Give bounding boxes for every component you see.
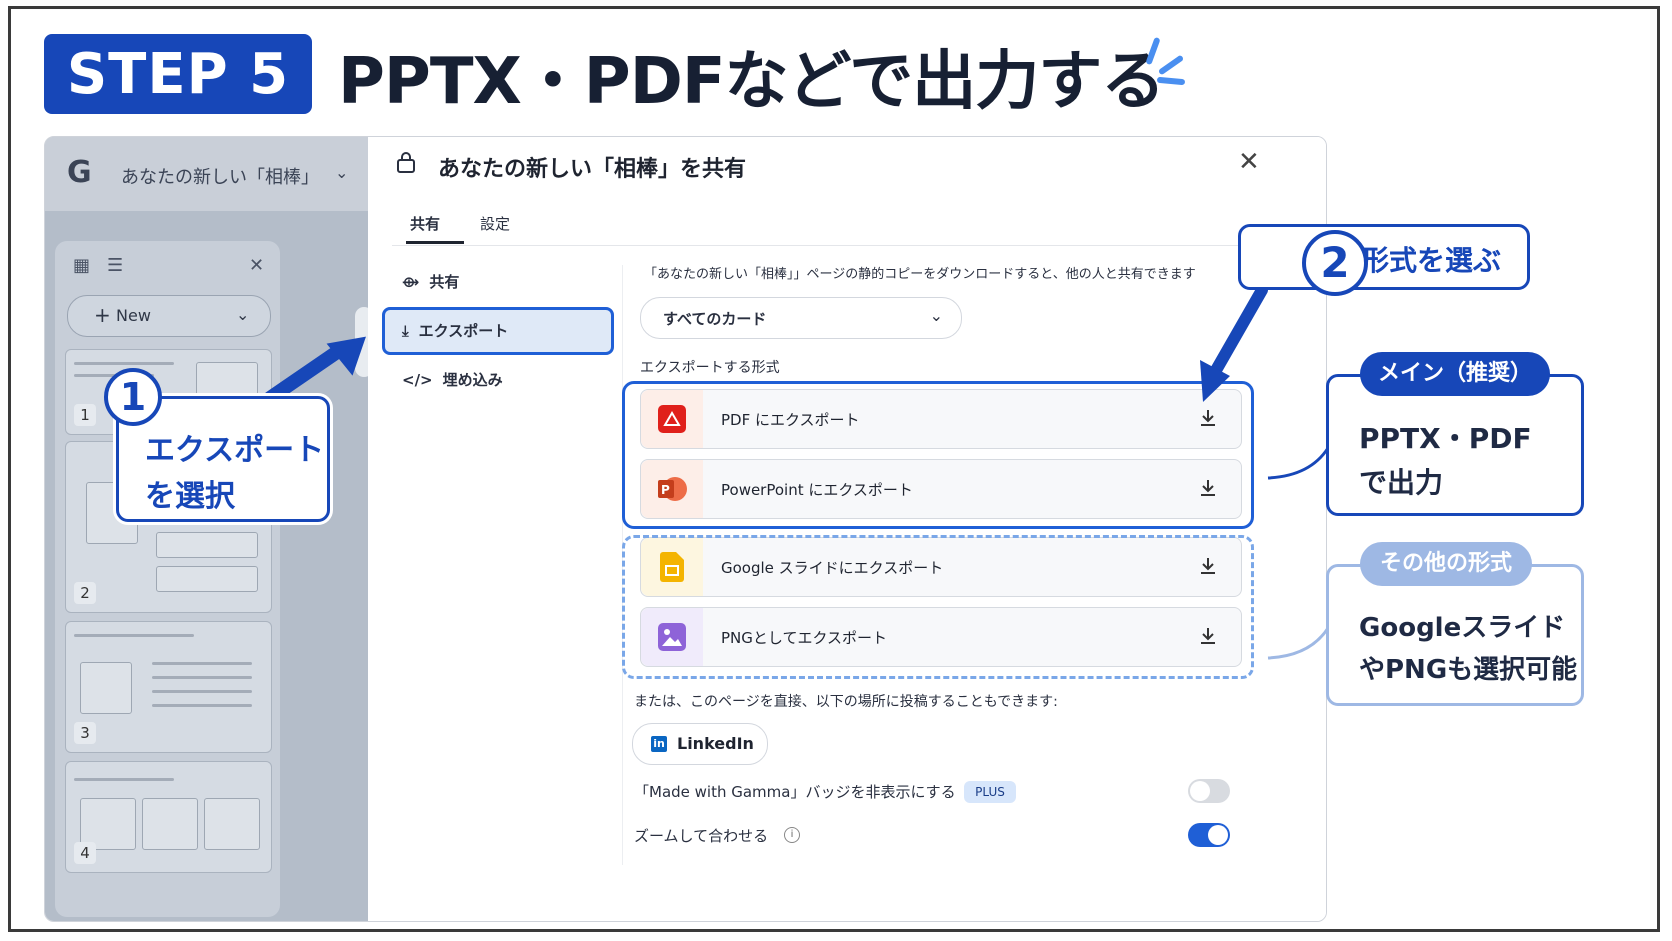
step-number-badge: 2 xyxy=(1302,230,1368,296)
note-text: Googleスライド xyxy=(1359,613,1566,643)
note-text: PPTX・PDF xyxy=(1359,422,1532,455)
slide-number: 1 xyxy=(74,404,96,426)
plus-icon: + xyxy=(94,303,111,327)
app-screenshot: G あなたの新しい「相棒」 ⌄ ▦ ☰ ✕ + New ⌄ 1 2 3 4 あな… xyxy=(44,136,1327,922)
plus-badge: PLUS xyxy=(964,781,1016,803)
slide-thumbnail[interactable]: 3 xyxy=(65,621,272,753)
close-icon[interactable]: ✕ xyxy=(249,255,264,276)
slide-number: 2 xyxy=(74,582,96,604)
new-card-button[interactable]: + New ⌄ xyxy=(67,295,271,337)
other-format-highlight xyxy=(622,535,1254,679)
chevron-down-icon[interactable]: ⌄ xyxy=(335,163,348,182)
page-title: PPTX・PDFなどで出力する xyxy=(338,45,1165,119)
post-description: または、このページを直接、以下の場所に投稿することもできます: xyxy=(634,694,1058,710)
chevron-down-icon[interactable]: ⌄ xyxy=(236,305,249,324)
main-format-tag: メイン（推奨） xyxy=(1360,352,1550,396)
callout-choose-format: 出力形式を選ぶ xyxy=(1238,224,1530,290)
active-tab-indicator xyxy=(406,241,464,244)
callout-text: エクスポート xyxy=(145,433,325,468)
code-icon: </> xyxy=(402,371,433,389)
slide-thumbnail[interactable]: 4 xyxy=(65,761,272,873)
editor-topbar: G あなたの新しい「相棒」 ⌄ xyxy=(45,137,368,211)
step-badge: STEP 5 xyxy=(44,34,312,114)
slide-number: 3 xyxy=(74,722,96,744)
note-text: やPNGも選択可能 xyxy=(1359,655,1578,685)
card-range-select[interactable]: すべてのカード ⌄ xyxy=(640,297,962,339)
download-icon: ⤓ xyxy=(402,322,409,340)
sidebar-item-label: 埋め込み xyxy=(442,371,503,389)
zoom-fit-toggle[interactable] xyxy=(1188,823,1230,847)
linkedin-label: LinkedIn xyxy=(677,734,754,753)
slide-number: 4 xyxy=(74,842,96,864)
other-format-tag: その他の形式 xyxy=(1360,542,1532,586)
hide-badge-toggle[interactable] xyxy=(1188,779,1230,803)
close-icon[interactable]: ✕ xyxy=(1238,147,1260,177)
lock-icon xyxy=(397,152,415,173)
gamma-logo[interactable]: G xyxy=(67,155,103,191)
sidebar-item-label: エクスポート xyxy=(418,322,509,340)
tab-share[interactable]: 共有 xyxy=(410,213,440,234)
sidebar-item-embed[interactable]: </> 埋め込み xyxy=(402,369,503,390)
sidebar-item-export[interactable]: ⤓ エクスポート xyxy=(402,320,508,341)
tab-settings[interactable]: 設定 xyxy=(480,213,510,234)
linkedin-button[interactable]: in LinkedIn xyxy=(632,723,768,765)
hide-badge-label: 「Made with Gamma」バッジを非表示にする xyxy=(634,783,956,801)
new-card-label: New xyxy=(116,306,151,325)
note-text: で出力 xyxy=(1359,466,1444,499)
grid-view-icon[interactable]: ▦ xyxy=(73,255,90,276)
linkedin-icon: in xyxy=(651,736,667,752)
modal-title: あなたの新しい「相棒」を共有 xyxy=(438,157,747,182)
card-range-value: すべてのカード xyxy=(663,310,767,328)
sidebar-item-share[interactable]: ⟴ 共有 xyxy=(402,271,459,292)
sparkle-icon xyxy=(1135,26,1205,96)
export-description: 「あなたの新しい「相棒」」ページの静的コピーをダウンロードすると、他の人と共有で… xyxy=(644,267,1196,282)
info-icon[interactable]: i xyxy=(784,827,800,843)
chevron-down-icon: ⌄ xyxy=(929,306,943,325)
format-label: エクスポートする形式 xyxy=(640,360,780,376)
slides-panel: ▦ ☰ ✕ + New ⌄ 1 2 3 4 xyxy=(55,241,280,917)
list-view-icon[interactable]: ☰ xyxy=(107,255,123,276)
tab-divider xyxy=(392,245,1272,246)
doc-title[interactable]: あなたの新しい「相棒」 xyxy=(121,163,319,189)
link-icon: ⟴ xyxy=(402,273,420,291)
editor-background: G あなたの新しい「相棒」 ⌄ ▦ ☰ ✕ + New ⌄ 1 2 3 4 xyxy=(45,137,368,921)
main-format-highlight xyxy=(622,381,1254,529)
zoom-fit-label: ズームして合わせる xyxy=(634,827,769,845)
callout-text: を選択 xyxy=(145,479,235,514)
share-modal: あなたの新しい「相棒」を共有 ✕ 共有 設定 ⟴ 共有 ⤓ エクスポート </> 埋め… xyxy=(368,137,1326,921)
step-number-badge: 1 xyxy=(104,368,162,426)
sidebar-item-label: 共有 xyxy=(429,273,460,291)
